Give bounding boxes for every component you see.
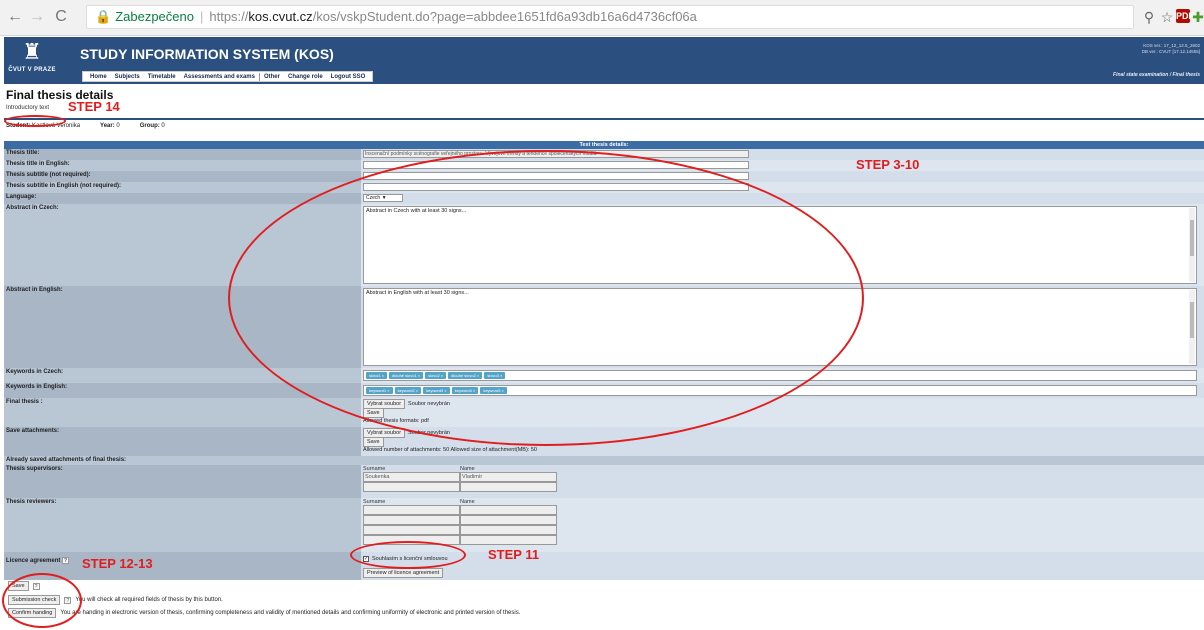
row-reviewers: Thesis reviewers: Surname Name [4, 498, 1204, 552]
licence-preview-button[interactable]: Preview of licence agreement [363, 568, 444, 578]
reviewer-name-cell[interactable] [460, 505, 557, 515]
step14-circle [4, 115, 66, 127]
zoom-icon[interactable]: ⚲ [1140, 8, 1158, 26]
step12-13-annotation: STEP 12-13 [82, 556, 153, 571]
menu-home[interactable]: Home [86, 74, 111, 80]
help-icon[interactable]: ? [62, 557, 70, 564]
main-menu: Home Subjects Timetable Assessments and … [82, 71, 374, 82]
reviewer-surname-cell[interactable] [363, 525, 460, 535]
step11-circle [350, 541, 466, 569]
row-supervisors: Thesis supervisors: Surname Name Soukenka… [4, 465, 1204, 498]
supervisor-name-cell[interactable]: Vladimír [460, 472, 557, 482]
back-icon[interactable]: ← [6, 8, 24, 26]
reviewer-name-cell[interactable] [460, 515, 557, 525]
extension-icon[interactable]: ✚ [1192, 8, 1204, 26]
lion-crest-icon: ♜ [22, 39, 42, 64]
reviewer-name-cell[interactable] [460, 525, 557, 535]
secure-label: Zabezpečeno [115, 9, 194, 24]
attachments-note: Allowed number of attachments: 50 Allowe… [363, 447, 537, 453]
menu-subjects[interactable]: Subjects [111, 74, 144, 80]
pdf-icon[interactable]: PDF [1176, 9, 1194, 23]
reviewers-label: Thesis reviewers: [4, 498, 361, 552]
menu-logout[interactable]: Logout SSO [327, 74, 370, 80]
app-title: STUDY INFORMATION SYSTEM (KOS) [80, 46, 334, 62]
row-licence: Licence agreement ? ✓ Souhlasím s licenčn… [4, 552, 1204, 580]
supervisor-surname-cell[interactable]: Soukenka [363, 472, 460, 482]
final-thesis-label: Final thesis : [4, 398, 361, 427]
step3-10-annotation: STEP 3-10 [856, 157, 920, 172]
supervisors-label: Thesis supervisors: [4, 465, 361, 498]
confirm-note: You are handing in electronic version of… [60, 610, 521, 616]
scrollbar[interactable] [1189, 208, 1195, 282]
student-info-bar: Student: Kastlová Veronika Year: 0 Group… [4, 118, 1204, 132]
subtitle-label: Thesis subtitle (not required): [4, 171, 361, 182]
supervisor-surname-cell[interactable] [363, 482, 460, 492]
version-info: KOS ver.: 17_12_12.5_2602 DB ver.: CVUT … [1142, 43, 1200, 55]
thesis-form: Test thesis details: Thesis title: Insce… [4, 141, 1204, 580]
year-field: Year: 0 [100, 123, 120, 129]
submission-note: You will check all required fields of th… [75, 597, 223, 603]
group-label: Group: [139, 123, 160, 129]
reviewer-surname-cell[interactable] [363, 515, 460, 525]
lock-icon: 🔒 [95, 9, 112, 24]
confirm-handing-row: Confirm handing You are handing in electr… [8, 608, 520, 618]
supervisors-grid: Surname Name Soukenka Vladimír [363, 466, 557, 492]
group-field: Group: 0 [140, 123, 165, 129]
menu-other[interactable]: Other [260, 74, 284, 80]
licence-label: Licence agreement [6, 558, 61, 564]
browser-toolbar: ← → C 🔒 Zabezpečeno | https://kos.cvut.cz/k… [0, 0, 1204, 36]
kos-header: ♜ ČVUT V PRAZE STUDY INFORMATION SYSTEM … [4, 37, 1204, 84]
menu-assessments[interactable]: Assessments and exams [180, 74, 259, 80]
subtitle-en-label: Thesis subtitle in English (not required… [4, 182, 361, 193]
scrollbar-thumb[interactable] [1190, 302, 1194, 338]
step11-annotation: STEP 11 [488, 547, 540, 562]
forward-icon[interactable]: → [28, 8, 46, 26]
logo-text: ČVUT V PRAZE [8, 67, 56, 73]
title-en-label: Thesis title in English: [4, 160, 361, 171]
attachments-label: Save attachments: [4, 427, 361, 456]
introductory-text[interactable]: Introductory text [6, 105, 49, 111]
db-version-line: DB ver.: CVUT [17.12.14555] [1141, 49, 1200, 54]
url-protocol: https:// [209, 9, 249, 24]
step12-13-circle [2, 573, 82, 628]
breadcrumb: Final state examination / Final thesis [1113, 72, 1200, 78]
year-value: 0 [116, 123, 120, 129]
reviewer-name-cell[interactable] [460, 535, 557, 545]
thesis-title-label: Thesis title: [4, 149, 361, 160]
form-header: Test thesis details: [4, 141, 1204, 149]
scrollbar[interactable] [1189, 290, 1195, 364]
reviewers-grid: Surname Name [363, 499, 557, 545]
step14-annotation: STEP 14 [68, 99, 120, 114]
url-path: /kos/vskpStudent.do?page=abbdee1651fd6a9… [312, 9, 697, 24]
url-host: kos.cvut.cz [248, 9, 313, 24]
row-saved-attachments: Already saved attachments of final thesi… [4, 456, 1204, 465]
save-attachment-button[interactable]: Save [363, 437, 384, 447]
menu-timetable[interactable]: Timetable [144, 74, 180, 80]
reload-icon[interactable]: C [52, 8, 70, 26]
reviewer-surname-cell[interactable] [363, 505, 460, 515]
star-icon[interactable]: ☆ [1158, 8, 1176, 26]
cvut-logo[interactable]: ♜ ČVUT V PRAZE [6, 37, 58, 84]
step3-10-circle [228, 150, 864, 446]
menu-change-role[interactable]: Change role [284, 74, 327, 80]
saved-attachments-label: Already saved attachments of final thesi… [4, 456, 1204, 465]
address-bar[interactable]: 🔒 Zabezpečeno | https://kos.cvut.cz/kos/vsk… [86, 5, 1134, 29]
licence-preview-row: Preview of licence agreement [363, 568, 444, 578]
year-label: Year: [100, 123, 115, 129]
scrollbar-thumb[interactable] [1190, 220, 1194, 256]
supervisor-name-cell[interactable] [460, 482, 557, 492]
group-value: 0 [161, 123, 165, 129]
